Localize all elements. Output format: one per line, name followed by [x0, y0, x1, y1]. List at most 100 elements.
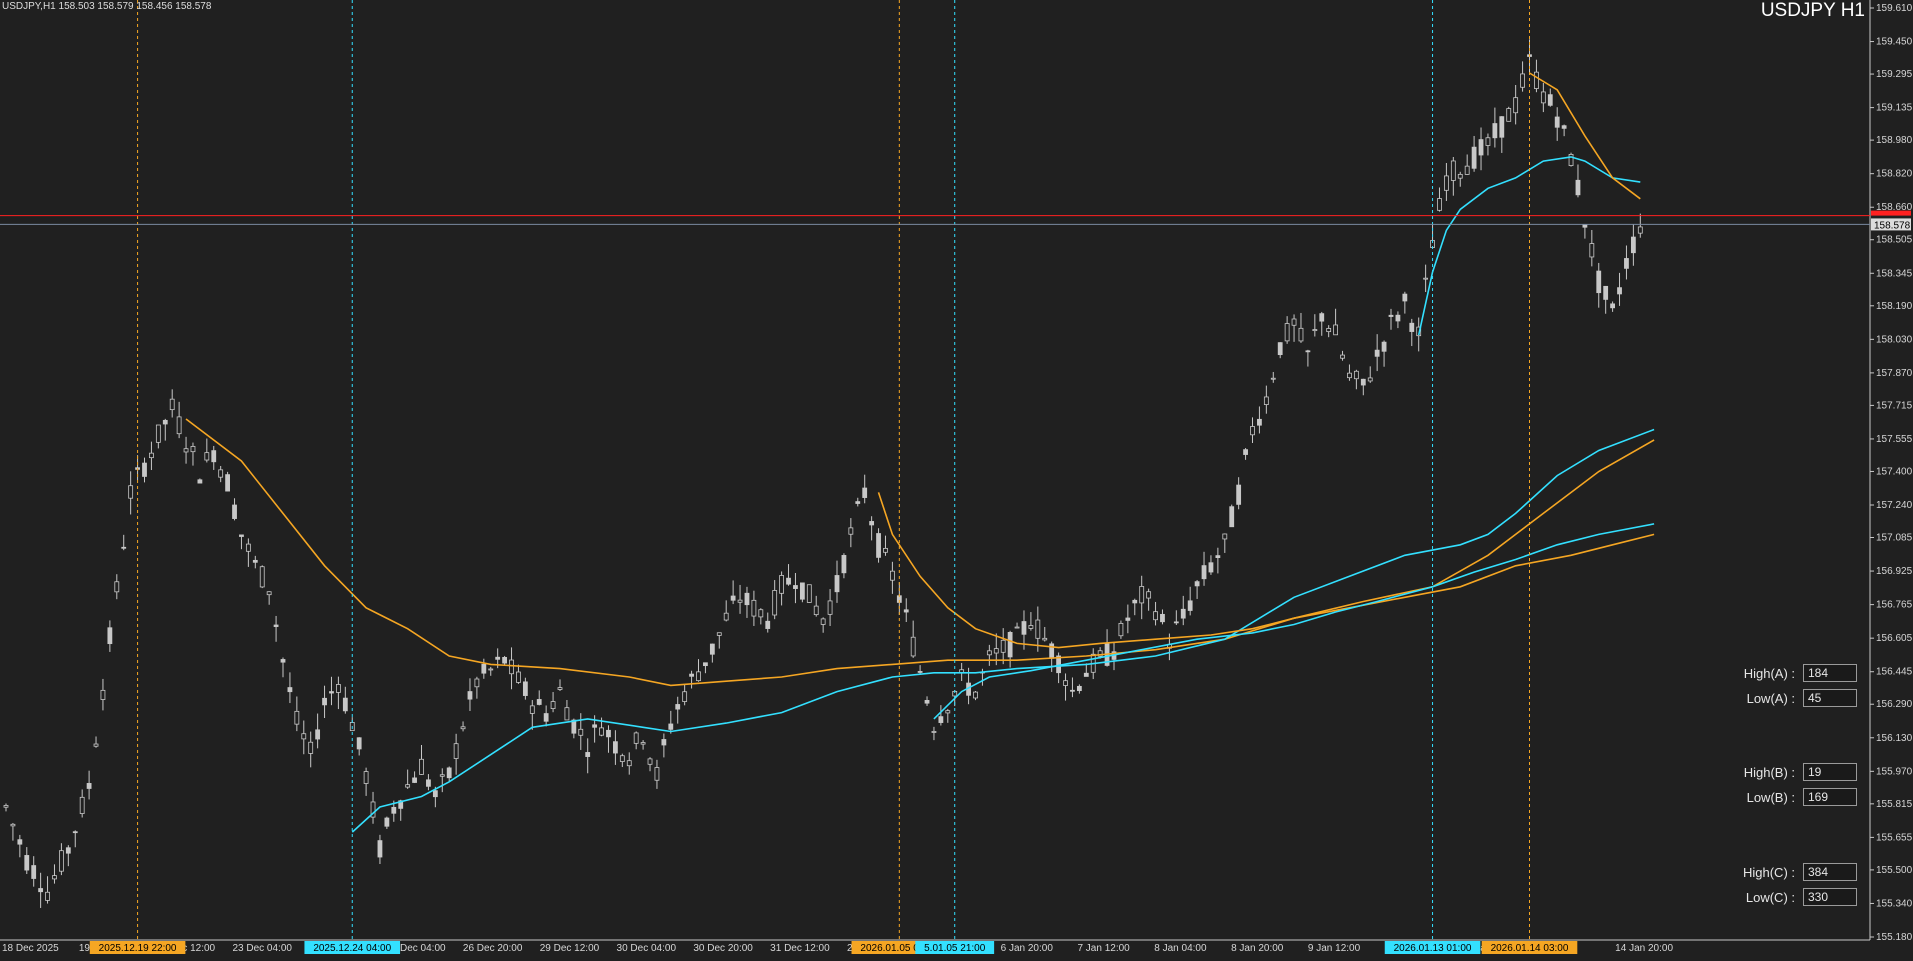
candle-body	[322, 697, 327, 706]
candle-body	[910, 636, 916, 657]
candle-body	[10, 823, 16, 827]
candle-body	[1353, 370, 1359, 380]
candle-body	[820, 618, 826, 625]
price-chart[interactable]: 159.610 159.450 159.295 159.135 158.980 158.8…	[0, 0, 1913, 961]
candle-body	[52, 875, 57, 880]
x-tick-label: 23 Dec 04:00	[232, 943, 292, 954]
candle-body	[1617, 287, 1622, 295]
indicator-line-2	[877, 492, 1655, 649]
candle-body	[945, 710, 951, 714]
candle-body	[654, 767, 660, 781]
candle-body	[1014, 626, 1020, 629]
candle-body	[675, 704, 681, 710]
candle-body	[301, 733, 307, 740]
candle-body	[1139, 586, 1145, 604]
candle-body	[1360, 378, 1366, 386]
chart-title: USDJPY,H1 158.503 158.579 158.456 158.57…	[2, 1, 212, 12]
candle-body	[1194, 581, 1200, 587]
candle-body	[696, 671, 701, 682]
candle-body	[280, 659, 286, 663]
candle-body	[1229, 506, 1235, 528]
candle-body	[1160, 613, 1165, 623]
candle-body	[79, 796, 85, 814]
candle-body	[59, 850, 64, 872]
candle-body	[848, 527, 854, 535]
candle-body	[412, 777, 417, 783]
candle-body	[1028, 625, 1034, 629]
high-a-row: High(A) : 184	[1725, 664, 1857, 682]
candle-body	[294, 710, 300, 725]
candle-body	[730, 595, 736, 601]
candle-body	[335, 684, 341, 693]
candle-body	[72, 831, 78, 834]
candle-body	[38, 888, 44, 893]
candle-body	[1312, 329, 1318, 332]
candle-body	[522, 681, 528, 696]
candle-body	[1125, 617, 1131, 621]
candle-body	[793, 585, 798, 589]
candle-body	[100, 689, 106, 700]
candle-body	[467, 691, 473, 700]
high-a-input[interactable]: 184	[1803, 664, 1857, 682]
candle-body	[1070, 689, 1075, 692]
candle-body	[149, 452, 154, 459]
y-tick-label: 159.135	[1876, 103, 1913, 114]
y-tick-label: 156.765	[1876, 600, 1913, 611]
candle-body	[578, 728, 584, 736]
candle-body	[564, 707, 570, 721]
candle-body	[190, 446, 196, 453]
y-tick-label: 157.870	[1876, 368, 1913, 379]
candle-body	[1173, 621, 1179, 624]
cyan-marker-label: 2026.01.13 01:00	[1394, 943, 1472, 954]
candle-body	[1561, 125, 1567, 129]
candle-body	[1437, 198, 1442, 211]
indicator-line-0	[185, 418, 1655, 687]
candle-body	[1257, 418, 1262, 426]
y-tick-label: 157.085	[1876, 533, 1913, 544]
candle-body	[703, 662, 708, 667]
candle-body	[1153, 611, 1158, 621]
candle-body	[1243, 449, 1248, 455]
candle-body	[855, 501, 861, 504]
candle-body	[204, 452, 210, 461]
candle-body	[1347, 372, 1352, 379]
candle-body	[592, 724, 598, 728]
candle-body	[1582, 224, 1588, 228]
y-tick-label: 155.180	[1876, 932, 1913, 943]
candle-body	[993, 648, 999, 654]
red-level-tag	[1871, 210, 1911, 216]
candle-body	[391, 806, 397, 814]
x-tick-label: 6 Jan 20:00	[1001, 943, 1054, 954]
candle-body	[813, 605, 819, 616]
candle-body	[599, 727, 604, 736]
low-a-row: Low(A) : 45	[1725, 689, 1857, 707]
candle-body	[24, 855, 30, 871]
candle-body	[432, 790, 438, 798]
candle-body	[1381, 341, 1387, 352]
candle-body	[1367, 377, 1373, 382]
candle-body	[806, 584, 812, 603]
low-c-input[interactable]: 330	[1803, 888, 1857, 906]
y-tick-label: 156.445	[1876, 667, 1913, 678]
candle-body	[1277, 342, 1283, 356]
candle-body	[31, 865, 37, 879]
candle-body	[509, 659, 514, 675]
candle-body	[1132, 599, 1138, 604]
low-a-input[interactable]: 45	[1803, 689, 1857, 707]
candle-body	[1423, 277, 1429, 280]
candle-body	[1499, 116, 1505, 138]
high-c-input[interactable]: 384	[1803, 863, 1857, 881]
candle-body	[1083, 672, 1089, 677]
candle-body	[1263, 396, 1269, 405]
candle-body	[176, 416, 182, 435]
high-b-input[interactable]: 19	[1803, 763, 1857, 781]
low-b-label: Low(B) :	[1746, 789, 1795, 805]
low-b-input[interactable]: 169	[1803, 788, 1857, 806]
candle-body	[405, 784, 411, 788]
candle-body	[668, 723, 674, 730]
low-c-label: Low(C) :	[1745, 889, 1795, 905]
candle-body	[1180, 608, 1186, 619]
candle-body	[1250, 426, 1255, 436]
candle-body	[585, 752, 591, 757]
x-tick-label: 9 Jan 12:00	[1308, 943, 1361, 954]
